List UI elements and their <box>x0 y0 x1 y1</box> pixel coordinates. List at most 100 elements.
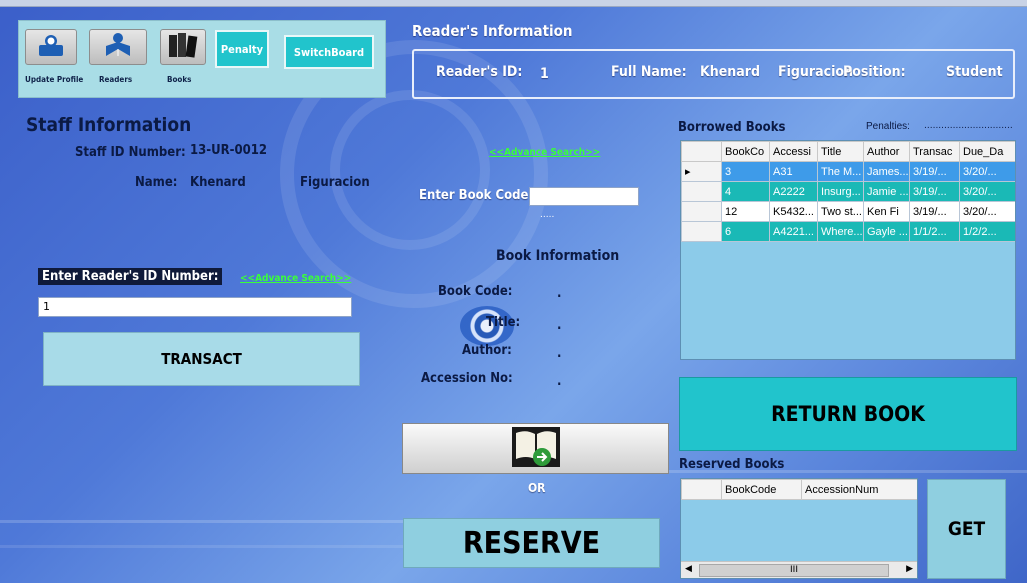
reader-id-prompt: Enter Reader's ID Number: <box>38 268 223 285</box>
update-profile-label: Update Profile <box>25 75 84 84</box>
table-cell: A31 <box>769 161 818 182</box>
staff-id-value: 13-UR-0012 <box>190 143 268 158</box>
return-book-button[interactable]: RETURN BOOK <box>679 377 1017 451</box>
reserved-books-heading: Reserved Books <box>679 457 785 472</box>
scroll-left-arrow-icon[interactable]: ◀ <box>685 564 692 574</box>
row-header <box>681 221 722 242</box>
staff-name-label: Name: <box>135 175 178 190</box>
table-cell: 3/19/... <box>909 201 960 222</box>
book-code-status: ..... <box>540 210 555 220</box>
book-code-input[interactable] <box>529 187 639 206</box>
column-header[interactable]: Accessi <box>769 141 818 162</box>
update-profile-button[interactable] <box>25 29 77 65</box>
book-title-value: . <box>557 318 562 333</box>
book-author-value: . <box>557 346 562 361</box>
transact-button[interactable]: TRANSACT <box>43 332 360 386</box>
toolbar: Update Profile Readers Books Penalty Swi… <box>18 20 386 98</box>
table-cell: The M... <box>817 161 864 182</box>
reader-advance-search-link[interactable]: <<Advance Search>> <box>240 273 351 284</box>
reader-info-heading: Reader's Information <box>412 22 573 40</box>
horizontal-scrollbar[interactable]: ◀ III ▶ <box>681 561 917 578</box>
staff-last-name: Figuracion <box>300 175 370 190</box>
borrow-button[interactable] <box>402 423 669 474</box>
staff-first-name: Khenard <box>190 175 246 190</box>
reader-id-label: Reader's ID: <box>436 64 523 80</box>
book-advance-search-link[interactable]: <<Advance Search>> <box>489 147 600 158</box>
row-header <box>681 181 722 202</box>
column-header[interactable]: AccessionNum <box>801 479 917 500</box>
column-header[interactable]: BookCo <box>721 141 770 162</box>
switchboard-button[interactable]: SwitchBoard <box>284 35 374 69</box>
reserved-grid-header: BookCode AccessionNum <box>681 479 917 500</box>
table-cell: K5432... <box>769 201 818 222</box>
readers-button[interactable] <box>89 29 147 65</box>
staff-info-heading: Staff Information <box>26 114 192 136</box>
table-cell: 4 <box>721 181 770 202</box>
background-circuit-line <box>0 545 420 548</box>
table-cell: Insurg... <box>817 181 864 202</box>
background-circuit-line <box>0 520 420 523</box>
full-name-label: Full Name: <box>611 64 687 80</box>
column-header[interactable]: Transac <box>909 141 960 162</box>
row-header-corner <box>681 479 722 500</box>
borrowed-books-grid[interactable]: BookCo Accessi Title Author Transac Due_… <box>680 140 1016 360</box>
accession-value: . <box>557 374 562 389</box>
column-header[interactable]: Author <box>863 141 910 162</box>
table-cell: 3/20/... <box>959 201 1015 222</box>
staff-id-label: Staff ID Number: <box>75 145 186 160</box>
get-button[interactable]: GET <box>927 479 1006 579</box>
table-cell: A2222 <box>769 181 818 202</box>
reader-first-name: Khenard <box>700 64 760 80</box>
table-cell: James... <box>863 161 910 182</box>
row-header <box>681 201 722 222</box>
table-cell: Jamie ... <box>863 181 910 202</box>
column-header[interactable]: Due_Da <box>959 141 1015 162</box>
table-row[interactable]: ▸ 3 A31 The M... James... 3/19/... 3/20/… <box>681 161 1015 182</box>
current-row-arrow-icon: ▸ <box>681 161 722 182</box>
table-cell: 3 <box>721 161 770 182</box>
scroll-thumb[interactable]: III <box>699 564 889 577</box>
book-author-label: Author: <box>462 343 512 358</box>
table-cell: 6 <box>721 221 770 242</box>
reader-id-value: 1 <box>540 66 549 82</box>
books-button[interactable] <box>160 29 206 65</box>
penalty-button[interactable]: Penalty <box>215 30 269 68</box>
book-info-heading: Book Information <box>496 248 620 264</box>
user-profile-icon <box>38 33 64 61</box>
reader-last-name: Figuracion <box>778 64 854 80</box>
background-circuit-ring <box>330 90 490 250</box>
table-cell: 3/19/... <box>909 181 960 202</box>
table-row[interactable]: 12 K5432... Two st... Ken Fi 3/19/... 3/… <box>681 201 1015 222</box>
scroll-right-arrow-icon[interactable]: ▶ <box>906 564 913 574</box>
books-icon <box>167 31 199 63</box>
books-label: Books <box>167 75 192 84</box>
book-code-value: . <box>557 286 562 301</box>
book-code-label: Book Code: <box>438 284 513 299</box>
table-cell: Two st... <box>817 201 864 222</box>
reserved-books-grid[interactable]: BookCode AccessionNum ◀ III ▶ <box>680 478 918 579</box>
table-cell: 1/2/2... <box>959 221 1015 242</box>
or-separator: OR <box>528 481 546 495</box>
table-cell: 3/20/... <box>959 181 1015 202</box>
borrowed-grid-header: BookCo Accessi Title Author Transac Due_… <box>681 141 1015 162</box>
table-cell: Where... <box>817 221 864 242</box>
table-cell: 12 <box>721 201 770 222</box>
column-header[interactable]: BookCode <box>721 479 802 500</box>
open-book-arrow-icon <box>510 425 562 473</box>
table-cell: A4221... <box>769 221 818 242</box>
book-code-prompt: Enter Book Code: <box>419 188 534 203</box>
reserve-button[interactable]: RESERVE <box>403 518 660 568</box>
reader-id-input[interactable]: 1 <box>38 297 352 317</box>
table-cell: 3/19/... <box>909 161 960 182</box>
book-title-label: Title: <box>486 315 521 330</box>
reader-icon <box>103 32 133 62</box>
reader-info-box: Reader's ID: 1 Full Name: Khenard Figura… <box>412 49 1015 99</box>
window-title-strip <box>0 0 1027 7</box>
table-row[interactable]: 6 A4221... Where... Gayle ... 1/1/2... 1… <box>681 221 1015 242</box>
column-header[interactable]: Title <box>817 141 864 162</box>
accession-label: Accession No: <box>421 371 513 386</box>
table-row[interactable]: 4 A2222 Insurg... Jamie ... 3/19/... 3/2… <box>681 181 1015 202</box>
borrowed-books-heading: Borrowed Books <box>678 120 786 135</box>
readers-label: Readers <box>99 75 133 84</box>
position-label: Position: <box>843 64 906 80</box>
